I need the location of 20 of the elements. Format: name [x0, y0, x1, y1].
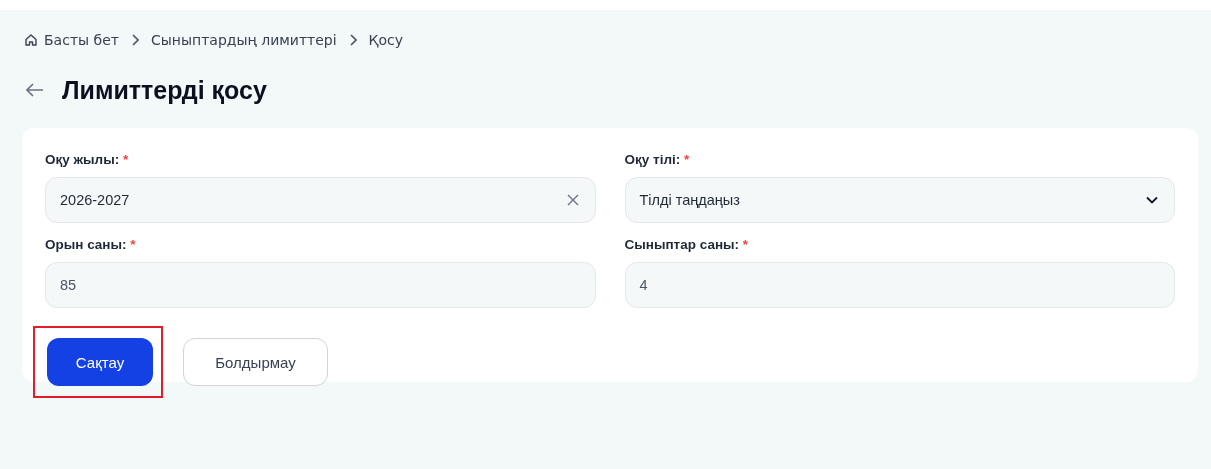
breadcrumb-link[interactable]: Басты бет	[24, 32, 119, 48]
clear-icon[interactable]	[566, 194, 579, 206]
chevron-right-icon	[130, 34, 139, 46]
cancel-button[interactable]: Болдырмау	[183, 338, 328, 386]
field-label: Оқу тілі: *	[624, 152, 691, 167]
breadcrumb-link[interactable]: Сыныптардың лимиттері	[150, 32, 337, 48]
field-label: Орын саны: *	[45, 237, 137, 252]
language-dropdown[interactable]: Тілді таңдаңыз	[624, 177, 1175, 223]
home-icon	[24, 33, 38, 47]
field-label: Оқу жылы: *	[45, 152, 130, 167]
input-field[interactable]: 4	[624, 262, 1175, 308]
chevron-right-icon	[348, 34, 357, 46]
field-label: Сыныптар саны: *	[624, 237, 750, 252]
input-field[interactable]: 2026-2027	[45, 177, 596, 223]
page-title: Лимиттерді қосу	[62, 75, 267, 105]
breadcrumb-current: Қосу	[368, 32, 404, 48]
chevron-down-icon	[1146, 196, 1158, 204]
save-button[interactable]: Сақтау	[47, 338, 153, 386]
back-arrow-icon[interactable]	[26, 83, 44, 97]
input-field[interactable]: 85	[45, 262, 596, 308]
